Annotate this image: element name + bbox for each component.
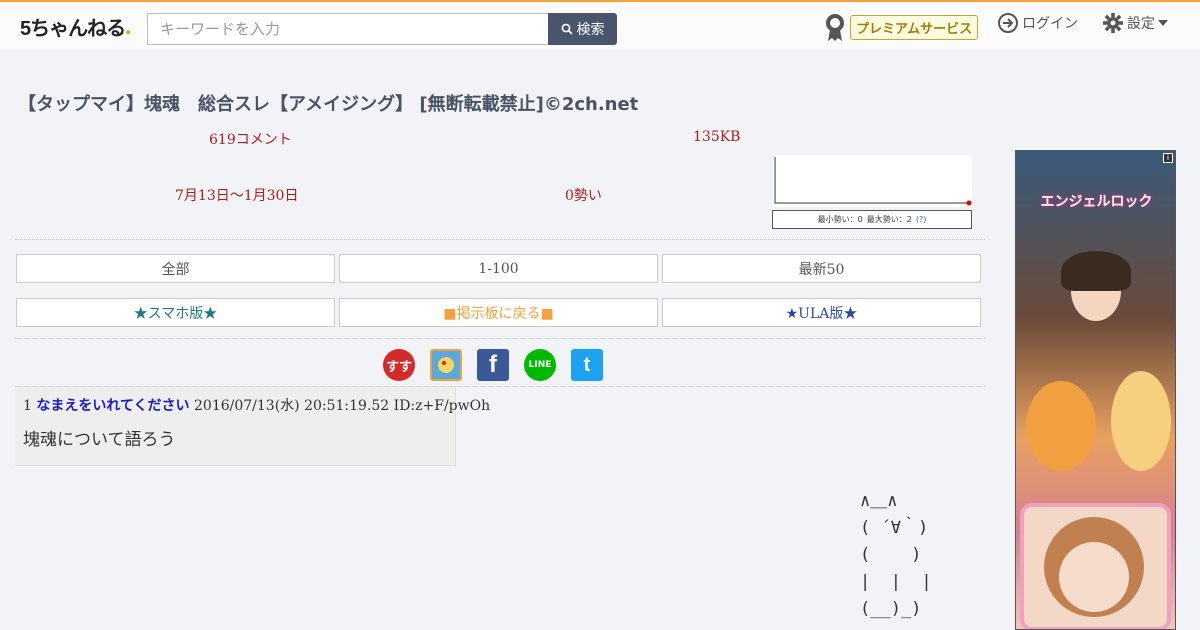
- comment-count: 619コメント: [209, 132, 292, 148]
- ad-phone-frame: [1020, 503, 1171, 629]
- settings-label: 設定: [1127, 15, 1155, 31]
- post-header: 1 なまえをいれてください 2016/07/13(水) 20:51:19.52 …: [23, 395, 490, 415]
- date-range: 7月13日〜1月30日: [175, 188, 299, 204]
- login-label: ログイン: [1022, 15, 1078, 31]
- ad-character-hair: [1061, 251, 1131, 291]
- post-datetime: 2016/07/13(水) 20:51:19.52: [194, 398, 390, 414]
- login-icon: [998, 13, 1018, 33]
- ula-version-button[interactable]: ★ULA版★: [662, 298, 981, 327]
- line-share-icon[interactable]: LINE: [524, 349, 556, 381]
- caret-down-icon: [1158, 20, 1168, 26]
- post-number[interactable]: 1: [23, 398, 32, 414]
- twitter-share-icon[interactable]: t: [571, 349, 603, 381]
- ad-character: [1111, 371, 1171, 471]
- search-icon: [561, 23, 573, 35]
- site-logo[interactable]: 5ちゃんねる●: [20, 12, 131, 41]
- login-link[interactable]: ログイン: [997, 12, 1078, 34]
- min-momentum: 最小勢い：0: [817, 215, 863, 224]
- momentum-line: [774, 157, 969, 204]
- premium-badge-icon: [826, 14, 844, 41]
- momentum-chart: [773, 155, 972, 207]
- top-bar: 5ちゃんねる● 検索 プレミアムサービス ログイン 設定: [0, 0, 1200, 50]
- post-body: 塊魂について語ろう: [23, 430, 176, 450]
- susu-share-icon[interactable]: すす: [383, 349, 415, 381]
- thread-size: 135KB: [693, 129, 741, 145]
- back-to-board-button[interactable]: ■掲示板に戻る■: [339, 298, 658, 327]
- post-author-name: なまえをいれてください: [36, 398, 190, 414]
- show-all-button[interactable]: 全部: [16, 254, 335, 283]
- latest-50-button[interactable]: 最新50: [662, 254, 981, 283]
- bookmark-share-icon[interactable]: [430, 349, 462, 381]
- thread-title: 【タップマイ】塊魂 総合スレ【アメイジング】 [無断転載禁止]©2ch.net: [18, 94, 639, 115]
- range-1-100-button[interactable]: 1-100: [339, 254, 658, 283]
- post-id[interactable]: ID:z+F/pwOh: [394, 398, 490, 414]
- settings-menu[interactable]: 設定: [1102, 12, 1168, 34]
- max-momentum: 最大勢い：2: [866, 215, 912, 224]
- search-input[interactable]: [147, 13, 549, 45]
- ad-info-icon[interactable]: i: [1163, 153, 1173, 163]
- gear-icon: [1103, 13, 1123, 33]
- search-button-label: 検索: [576, 21, 605, 37]
- post: 1 なまえをいれてください 2016/07/13(水) 20:51:19.52 …: [15, 387, 490, 466]
- momentum: 0勢い: [565, 188, 602, 204]
- smartphone-version-button[interactable]: ★スマホ版★: [16, 298, 335, 327]
- divider: [15, 338, 985, 339]
- premium-label: プレミアムサービス: [850, 14, 979, 40]
- momentum-chart-caption: 最小勢い：0 最大勢い：2 (?): [772, 210, 972, 229]
- divider: [15, 239, 985, 240]
- momentum-point: [966, 200, 972, 206]
- facebook-share-icon[interactable]: f: [477, 349, 509, 381]
- help-link[interactable]: (?): [916, 215, 927, 224]
- premium-service-link[interactable]: プレミアムサービス: [824, 12, 979, 42]
- ad-game-logo: エンジェルロック: [1040, 194, 1153, 210]
- search-button[interactable]: 検索: [548, 13, 617, 45]
- ascii-art: ∧＿∧ ( ´∀｀) ( ) | | | (__)_): [860, 491, 932, 619]
- ad-character-face: [1059, 542, 1129, 612]
- ad-character: [1026, 381, 1096, 471]
- advertisement-banner[interactable]: i エンジェルロック: [1015, 150, 1176, 630]
